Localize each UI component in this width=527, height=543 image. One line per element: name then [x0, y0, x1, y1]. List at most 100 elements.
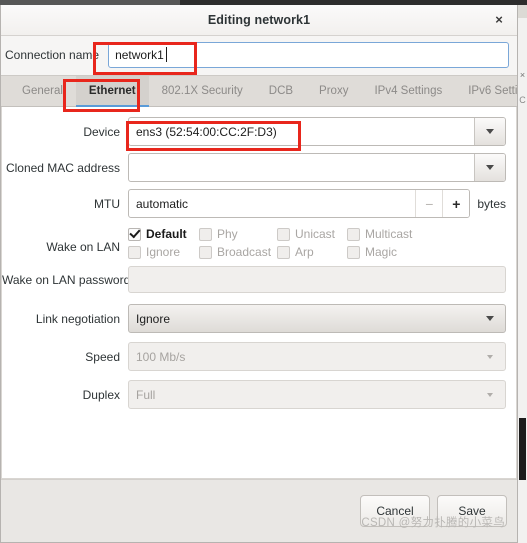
speed-row: Speed 100 Mb/s: [2, 342, 506, 371]
duplex-row: Duplex Full: [2, 380, 506, 409]
checkbox-icon: [347, 227, 360, 241]
close-icon[interactable]: ×: [490, 11, 508, 29]
chevron-down-icon[interactable]: [475, 305, 505, 332]
link-negotiation-label: Link negotiation: [35, 311, 120, 326]
chevron-down-icon[interactable]: [474, 118, 505, 145]
chevron-down-glyph: [486, 129, 494, 134]
connection-name-input[interactable]: [108, 42, 509, 68]
settings-tabbar: General Ethernet 802.1X Security DCB Pro…: [1, 75, 517, 107]
duplex-field: Full: [128, 380, 506, 409]
wol-checkbox-phy[interactable]: Phy: [199, 227, 277, 241]
cloned-mac-row: Cloned MAC address: [2, 153, 506, 182]
device-field: ens3 (52:54:00:CC:2F:D3): [128, 117, 506, 146]
save-button[interactable]: Save: [437, 495, 507, 527]
chevron-down-icon[interactable]: [475, 343, 505, 370]
wol-checkbox-broadcast[interactable]: Broadcast: [199, 245, 277, 259]
cancel-button[interactable]: Cancel: [360, 495, 430, 527]
mtu-value: automatic: [136, 196, 189, 211]
chevron-down-icon[interactable]: [475, 381, 505, 408]
wol-password-row: Wake on LAN password: [2, 266, 506, 293]
wol-checkbox-unicast[interactable]: Unicast: [277, 227, 347, 241]
checkbox-icon: [128, 227, 141, 241]
wol-label-arp: Arp: [295, 245, 314, 259]
checkbox-icon: [277, 227, 290, 241]
checkbox-icon: [128, 245, 141, 259]
chevron-down-icon[interactable]: [474, 154, 505, 181]
device-row: Device ens3 (52:54:00:CC:2F:D3): [2, 117, 506, 146]
wake-on-lan-label: Wake on LAN: [46, 240, 120, 254]
tab-ipv6-settings[interactable]: IPv6 Settings: [455, 76, 517, 106]
background-window-dark-strip: [519, 418, 526, 480]
mtu-label: MTU: [94, 196, 120, 211]
wol-label-magic: Magic: [365, 245, 398, 259]
cloned-mac-value: [129, 154, 474, 181]
speed-value: 100 Mb/s: [136, 349, 186, 364]
connection-name-input-wrapper: [108, 42, 509, 68]
text-caret: [166, 47, 168, 62]
checkbox-icon: [277, 245, 290, 259]
wol-label-multicast: Multicast: [365, 227, 413, 241]
tab-ethernet[interactable]: Ethernet: [75, 76, 149, 107]
wol-password-label: Wake on LAN password: [2, 272, 131, 287]
wol-label-ignore: Ignore: [146, 245, 181, 259]
dialog-titlebar: Editing network1 ×: [1, 5, 517, 36]
wake-on-lan-row: Wake on LAN Default Phy Unicast Multicas…: [2, 225, 506, 259]
checkbox-icon: [347, 245, 360, 259]
wol-label-unicast: Unicast: [295, 227, 336, 241]
mtu-decrement-icon[interactable]: −: [415, 190, 443, 217]
tab-dcb[interactable]: DCB: [256, 76, 306, 106]
mtu-increment-icon[interactable]: +: [442, 190, 470, 217]
tab-proxy[interactable]: Proxy: [306, 76, 361, 106]
link-negotiation-field: Ignore: [128, 304, 506, 333]
duplex-label: Duplex: [82, 387, 120, 402]
duplex-combobox[interactable]: Full: [128, 380, 506, 409]
checkbox-icon: [199, 245, 212, 259]
mtu-unit-label: bytes: [477, 196, 506, 211]
checkbox-icon: [199, 227, 212, 241]
mtu-row: MTU automatic − + bytes: [2, 189, 506, 218]
duplex-value: Full: [136, 387, 156, 402]
desktop-background: × C Editing network1 × Connection name G…: [0, 0, 527, 543]
wake-on-lan-options: Default Phy Unicast Multicast Ignore Bro…: [128, 225, 506, 259]
background-window-edge: × C: [517, 0, 527, 543]
device-value: ens3 (52:54:00:CC:2F:D3): [136, 124, 277, 139]
chevron-down-glyph: [486, 165, 494, 170]
cloned-mac-field: [128, 153, 506, 182]
connection-name-row: Connection name: [1, 36, 517, 75]
connection-name-label: Connection name: [5, 48, 100, 62]
ethernet-settings-panel: Device ens3 (52:54:00:CC:2F:D3) Cloned M…: [1, 107, 517, 479]
dialog-title: Editing network1: [207, 13, 311, 27]
background-window-text: C: [519, 95, 526, 105]
wol-checkbox-ignore[interactable]: Ignore: [128, 245, 199, 259]
wol-label-broadcast: Broadcast: [217, 245, 272, 259]
link-negotiation-value: Ignore: [136, 311, 171, 326]
background-window-close-icon: ×: [519, 70, 526, 80]
chevron-down-glyph: [487, 392, 493, 397]
link-negotiation-row: Link negotiation Ignore: [2, 304, 506, 333]
device-combobox[interactable]: ens3 (52:54:00:CC:2F:D3): [128, 117, 506, 146]
wol-label-default: Default: [146, 227, 187, 241]
mtu-field: automatic − + bytes: [128, 189, 506, 218]
speed-combobox[interactable]: 100 Mb/s: [128, 342, 506, 371]
wol-password-input[interactable]: [128, 266, 506, 293]
dialog-footer: Cancel Save CSDN @努力扑腾的小菜鸟: [1, 479, 517, 542]
tab-ipv4-settings[interactable]: IPv4 Settings: [361, 76, 455, 106]
wol-checkbox-default[interactable]: Default: [128, 227, 199, 241]
chevron-down-glyph: [487, 354, 493, 359]
speed-field: 100 Mb/s: [128, 342, 506, 371]
wol-password-field: [128, 266, 506, 293]
cloned-mac-label: Cloned MAC address: [5, 160, 120, 175]
cloned-mac-combobox[interactable]: [128, 153, 506, 182]
speed-label: Speed: [85, 349, 120, 364]
wol-label-phy: Phy: [217, 227, 238, 241]
tab-8021x-security[interactable]: 802.1X Security: [149, 76, 256, 106]
wol-checkbox-magic[interactable]: Magic: [347, 245, 506, 259]
wol-checkbox-multicast[interactable]: Multicast: [347, 227, 506, 241]
wol-checkbox-arp[interactable]: Arp: [277, 245, 347, 259]
link-negotiation-combobox[interactable]: Ignore: [128, 304, 506, 333]
tab-general[interactable]: General: [9, 76, 76, 106]
editing-network-dialog: Editing network1 × Connection name Gener…: [0, 5, 518, 543]
device-label: Device: [83, 124, 120, 139]
chevron-down-glyph: [486, 316, 494, 321]
mtu-spinner[interactable]: automatic − +: [128, 189, 471, 218]
